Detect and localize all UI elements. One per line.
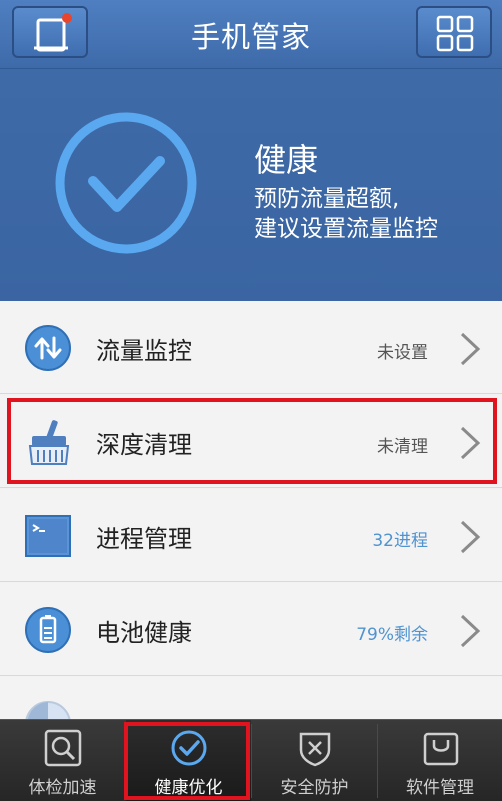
check-circle-icon	[171, 730, 207, 766]
list-item-status: 32进程	[372, 531, 428, 551]
tab-label: 健康优化	[154, 778, 223, 798]
app-header: 手机管家	[0, 0, 502, 69]
bag-icon	[423, 732, 459, 766]
list-item-label: 深度清理	[96, 431, 192, 459]
health-message-line1: 预防流量超额,	[254, 186, 400, 212]
health-status-title: 健康	[254, 141, 319, 179]
chevron-right-icon	[460, 332, 481, 366]
list-item-label: 电池健康	[96, 619, 192, 647]
list-item-label: 进程管理	[96, 525, 192, 553]
list-item-status: 未清理	[377, 437, 428, 457]
grid-menu-icon	[436, 15, 474, 52]
grid-menu-button[interactable]	[416, 6, 492, 58]
health-message-line2: 建议设置流量监控	[254, 216, 438, 242]
list-item-status: 79%剩余	[356, 625, 428, 645]
tab-software[interactable]: 软件管理	[378, 720, 502, 801]
list-item-deep-clean[interactable]: 深度清理 未清理	[0, 395, 502, 488]
check-circle-icon	[55, 112, 197, 254]
shield-icon	[299, 732, 331, 767]
tab-label: 体检加速	[28, 778, 97, 798]
chevron-right-icon	[460, 614, 481, 648]
battery-icon	[25, 607, 71, 653]
list-item-traffic-monitor[interactable]: 流量监控 未设置	[0, 301, 502, 394]
chevron-right-icon	[460, 520, 481, 554]
brush-clean-icon	[28, 420, 70, 465]
data-transfer-icon	[25, 325, 71, 371]
list-item-status: 未设置	[377, 343, 428, 363]
list-item-process-manager[interactable]: 进程管理 32进程	[0, 489, 502, 582]
tab-security[interactable]: 安全防护	[252, 720, 377, 801]
list-item-label: 流量监控	[96, 337, 192, 365]
bottom-nav: 体检加速 健康优化 安全防护 软件管理	[0, 719, 502, 801]
terminal-process-icon	[25, 515, 71, 557]
tab-checkup[interactable]: 体检加速	[0, 720, 125, 801]
tab-health-optimize[interactable]: 健康优化	[126, 720, 251, 801]
tab-label: 安全防护	[280, 778, 349, 798]
list-item-battery-health[interactable]: 电池健康 79%剩余	[0, 583, 502, 676]
tab-label: 软件管理	[406, 778, 474, 798]
chevron-right-icon	[460, 426, 481, 460]
health-status-panel: 健康 预防流量超额, 建议设置流量监控	[0, 69, 502, 301]
search-check-icon	[44, 729, 82, 767]
